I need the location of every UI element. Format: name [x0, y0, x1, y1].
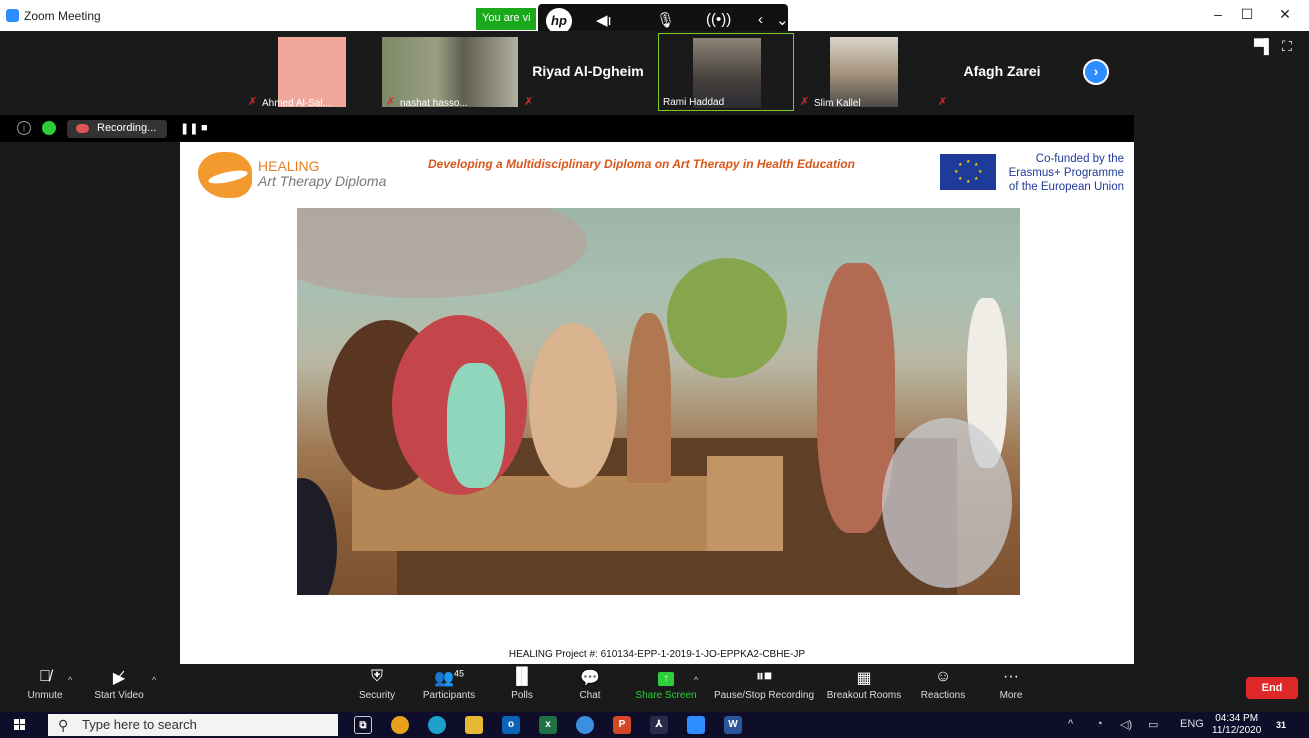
minimize-button[interactable]: –	[1203, 6, 1233, 22]
window-title: Zoom Meeting	[24, 9, 101, 23]
pause-stop-recording-button[interactable]: ⏸⏹ Pause/Stop Recording	[710, 668, 818, 701]
share-options-caret[interactable]: ^	[694, 675, 698, 685]
windows-start-icon[interactable]	[14, 719, 26, 731]
participant-tile-riyad[interactable]: Riyad Al-Dgheim ✗	[520, 33, 656, 111]
security-shield-icon[interactable]	[42, 121, 56, 135]
speaker-icon[interactable]: ◁)	[1120, 718, 1132, 731]
stop-recording-icon[interactable]: ■	[201, 122, 208, 134]
arrow-left-icon[interactable]: ‹	[758, 11, 763, 28]
shield-icon: ⛨	[370, 668, 383, 685]
chromium-icon[interactable]	[576, 716, 594, 734]
eu-flag-icon: ★ ★ ★ ★ ★ ★ ★ ★	[940, 154, 996, 190]
view-switch-icon[interactable]: ▀▌	[1254, 38, 1274, 54]
muted-microphone-icon: 🎙̸	[39, 668, 51, 685]
reactions-icon: ☺	[934, 668, 952, 685]
cloud-recording-icon	[76, 124, 89, 133]
participant-name: Riyad Al-Dgheim	[532, 63, 644, 79]
end-meeting-button[interactable]: End	[1246, 677, 1298, 699]
breakout-rooms-icon: ▦	[856, 670, 872, 687]
zoom-taskbar-icon[interactable]	[687, 716, 705, 734]
shared-slide: HEALING Art Therapy Diploma Developing a…	[180, 142, 1134, 664]
powerpoint-icon[interactable]: P	[613, 716, 631, 734]
screen-share-banner[interactable]: You are vi	[476, 8, 536, 30]
close-button[interactable]: ✕	[1270, 6, 1300, 23]
slide-headline: Developing a Multidisciplinary Diploma o…	[428, 157, 855, 171]
acrobat-icon[interactable]: ⅄	[650, 716, 668, 734]
pause-recording-icon[interactable]: ❚❚	[180, 122, 198, 135]
project-id-text: HEALING Project #: 610134-EPP-1-2019-1-J…	[508, 649, 806, 660]
chrome-icon[interactable]	[391, 716, 409, 734]
participant-name: Afagh Zarei	[963, 63, 1041, 79]
notifications-icon[interactable]: 31	[1272, 716, 1290, 734]
reactions-button[interactable]: ☺ Reactions	[918, 668, 968, 701]
art-therapy-video	[297, 208, 1020, 595]
muted-mic-icon: ✗	[248, 96, 258, 108]
chat-icon: 💬	[580, 670, 600, 687]
share-screen-button[interactable]: ↑ Share Screen	[630, 668, 702, 701]
breakout-rooms-button[interactable]: ▦ Breakout Rooms	[824, 668, 904, 701]
participant-name: nashat hasso...	[400, 98, 468, 109]
task-view-icon[interactable]: ⧉	[354, 716, 372, 734]
video-options-caret[interactable]: ^	[152, 675, 156, 685]
wireless-icon[interactable]: ((•))	[706, 11, 731, 28]
more-dots-icon: ···	[1003, 668, 1019, 685]
file-explorer-icon[interactable]	[465, 716, 483, 734]
security-button[interactable]: ⛨ Security	[355, 668, 399, 701]
maximize-button[interactable]: ☐	[1232, 6, 1262, 23]
participant-video	[278, 37, 346, 107]
polls-button[interactable]: ▐▌ Polls	[504, 668, 540, 701]
logo-subtitle: Art Therapy Diploma	[258, 173, 387, 189]
outlook-icon[interactable]: o	[502, 716, 520, 734]
polls-icon: ▐▌	[510, 668, 534, 685]
taskbar-search-input[interactable]: Type here to search	[48, 714, 338, 736]
muted-mic-icon: ✗	[524, 96, 534, 108]
recording-bar: i	[0, 115, 1134, 142]
next-participants-button[interactable]: ›	[1083, 59, 1109, 85]
start-video-button[interactable]: ▶̸ Start Video	[88, 668, 150, 701]
search-icon: ⚲	[58, 717, 69, 733]
participant-tile-afagh[interactable]: Afagh Zarei ✗	[934, 33, 1070, 111]
word-icon[interactable]: W	[724, 716, 742, 734]
edge-icon[interactable]	[428, 716, 446, 734]
tray-expand-icon[interactable]: ^	[1068, 718, 1073, 730]
keyboard-icon[interactable]: ▭	[1148, 718, 1158, 731]
collapse-icon[interactable]: ⌄	[776, 11, 789, 29]
eu-cofunding-text: Co-funded by the Erasmus+ Programme of t…	[1008, 153, 1124, 193]
unmute-button[interactable]: 🎙̸ Unmute	[20, 668, 70, 701]
healing-logo: HEALING Art Therapy Diploma	[198, 150, 398, 198]
muted-mic-icon: ✗	[386, 96, 396, 108]
participants-icon: 👥45	[434, 668, 464, 687]
participants-button[interactable]: 👥45 Participants	[418, 668, 480, 701]
participant-name: Slim Kallel	[814, 98, 861, 109]
muted-mic-icon: ✗	[800, 96, 810, 108]
logo-title: HEALING	[258, 158, 320, 174]
zoom-app-icon	[6, 9, 19, 22]
participant-video	[382, 37, 518, 107]
meeting-toolbar: 🎙̸ Unmute ^ ▶̸ Start Video ^ ⛨ Security …	[0, 664, 1309, 708]
more-button[interactable]: ··· More	[994, 668, 1028, 701]
video-off-icon: ▶̸	[112, 670, 126, 687]
language-indicator[interactable]: ENG	[1180, 718, 1204, 730]
chat-button[interactable]: 💬 Chat	[570, 668, 610, 701]
participant-tile-rami[interactable]: Rami Haddad	[658, 33, 794, 111]
volume-down-icon[interactable]: ◀ı	[596, 11, 612, 29]
audio-options-caret[interactable]: ^	[68, 675, 72, 685]
taskbar-clock[interactable]: 04:34 PM 11/12/2020	[1212, 713, 1261, 737]
participant-video	[830, 37, 898, 107]
share-screen-icon: ↑	[658, 672, 674, 686]
info-icon[interactable]: i	[17, 121, 31, 135]
participant-name: Rami Haddad	[663, 97, 725, 108]
excel-icon[interactable]: x	[539, 716, 557, 734]
network-icon[interactable]: ◔	[1096, 718, 1103, 730]
participant-name: Ahmed Al-Sal...	[262, 98, 331, 109]
muted-mic-icon: ✗	[938, 96, 948, 108]
participant-tile-slim[interactable]: ✗ Slim Kallel	[796, 33, 932, 111]
participant-tile-ahmed[interactable]: ✗ Ahmed Al-Sal...	[244, 33, 380, 111]
microphone-icon[interactable]: 🎙	[656, 11, 675, 29]
pause-stop-icon: ⏸⏹	[755, 668, 772, 685]
fullscreen-icon[interactable]: ⛶	[1282, 38, 1292, 55]
windows-taskbar: Type here to search ⚲ ⧉ o x P ⅄ W ^ ◔ ◁)…	[0, 712, 1309, 738]
participant-tile-nashat[interactable]: ✗ nashat hasso...	[382, 33, 518, 111]
